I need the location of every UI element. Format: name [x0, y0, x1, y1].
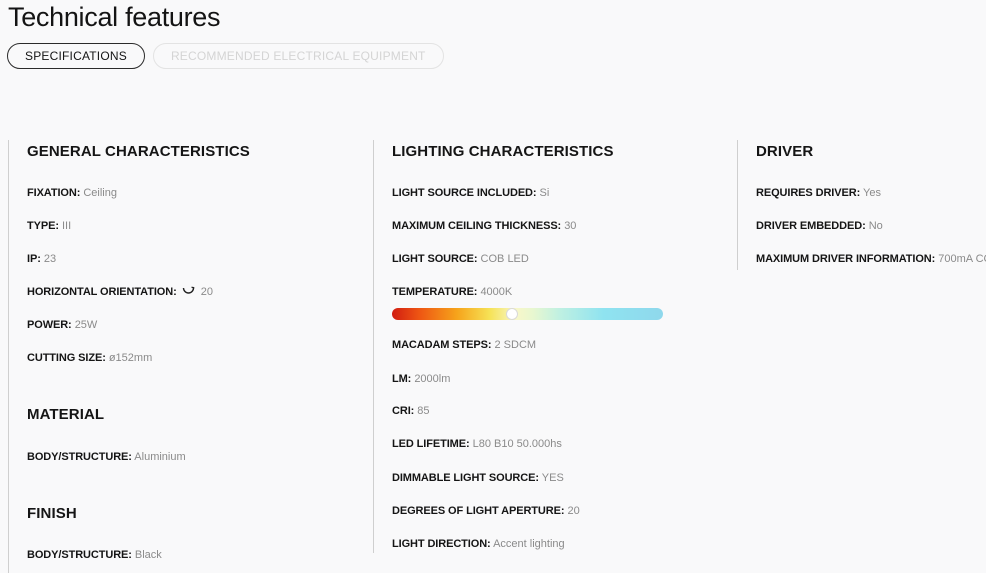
spec-value: 4000K — [480, 286, 513, 298]
spec-value: 25W — [74, 319, 98, 331]
spec-row-macadam-steps: MACADAM STEPS: 2 SDCM — [392, 339, 536, 351]
spec-key: LM: — [392, 373, 412, 385]
spec-value: No — [868, 220, 883, 232]
spec-row-dimmable: DIMMABLE LIGHT SOURCE: YES — [392, 472, 564, 484]
lighting-characteristics-column: LIGHTING CHARACTERISTICS LIGHT SOURCE IN… — [373, 140, 733, 553]
spec-key: MACADAM STEPS: — [392, 339, 492, 351]
spec-value: 2 SDCM — [494, 339, 537, 351]
spec-row-light-direction: LIGHT DIRECTION: Accent lighting — [392, 538, 565, 550]
driver-title: DRIVER — [756, 143, 814, 160]
spec-value: 2000lm — [414, 373, 451, 385]
spec-row-finish-body: BODY/STRUCTURE: Black — [27, 549, 162, 561]
tab-bar: SPECIFICATIONS RECOMMENDED ELECTRICAL EQ… — [7, 43, 444, 69]
temperature-indicator — [506, 308, 518, 320]
spec-row-max-driver-info: MAXIMUM DRIVER INFORMATION: 700mA CC — [756, 253, 986, 265]
spec-key: LED LIFETIME: — [392, 438, 470, 450]
spec-key: MAXIMUM CEILING THICKNESS: — [392, 220, 562, 232]
rotate-icon — [182, 286, 195, 298]
spec-key: DEGREES OF LIGHT APERTURE: — [392, 505, 565, 517]
spec-row-max-ceiling-thickness: MAXIMUM CEILING THICKNESS: 30 — [392, 220, 576, 232]
spec-row-led-lifetime: LED LIFETIME: L80 B10 50.000hs — [392, 438, 562, 450]
spec-key: REQUIRES DRIVER: — [756, 187, 861, 199]
spec-row-temperature: TEMPERATURE: 4000K — [392, 286, 512, 298]
spec-value: 20 — [200, 286, 214, 298]
spec-value: 30 — [564, 220, 577, 232]
spec-row-light-source: LIGHT SOURCE: COB LED — [392, 253, 529, 265]
spec-key: LIGHT DIRECTION: — [392, 538, 491, 550]
tab-recommended-electrical-equipment[interactable]: RECOMMENDED ELECTRICAL EQUIPMENT — [152, 43, 444, 69]
spec-key: IP: — [27, 253, 41, 265]
driver-column: DRIVER REQUIRES DRIVER: Yes DRIVER EMBED… — [737, 140, 986, 270]
general-characteristics-title: GENERAL CHARACTERISTICS — [27, 143, 250, 160]
spec-row-requires-driver: REQUIRES DRIVER: Yes — [756, 187, 881, 199]
spec-row-ip: IP: 23 — [27, 253, 56, 265]
spec-key: HORIZONTAL ORIENTATION: — [27, 286, 177, 298]
spec-value: L80 B10 50.000hs — [472, 438, 562, 450]
spec-key: CRI: — [392, 405, 415, 417]
spec-row-material-body: BODY/STRUCTURE: Aluminium — [27, 451, 186, 463]
spec-row-lm: LM: 2000lm — [392, 373, 450, 385]
spec-row-driver-embedded: DRIVER EMBEDDED: No — [756, 220, 883, 232]
spec-key: CUTTING SIZE: — [27, 352, 106, 364]
spec-key: LIGHT SOURCE: — [392, 253, 478, 265]
spec-row-power: POWER: 25W — [27, 319, 97, 331]
spec-row-cri: CRI: 85 — [392, 405, 430, 417]
finish-title: FINISH — [27, 505, 77, 522]
general-characteristics-column: GENERAL CHARACTERISTICS FIXATION: Ceilin… — [8, 140, 368, 573]
page-title: Technical features — [8, 2, 221, 32]
spec-row-light-source-included: LIGHT SOURCE INCLUDED: Si — [392, 187, 549, 199]
spec-value: 20 — [567, 505, 580, 517]
spec-key: MAXIMUM DRIVER INFORMATION: — [756, 253, 936, 265]
spec-key: BODY/STRUCTURE: — [27, 549, 132, 561]
spec-value: 700mA CC — [938, 253, 986, 265]
spec-value: ø152mm — [108, 352, 153, 364]
spec-value: 23 — [43, 253, 57, 265]
spec-value: Aluminium — [134, 451, 186, 463]
spec-row-light-aperture: DEGREES OF LIGHT APERTURE: 20 — [392, 505, 580, 517]
material-title: MATERIAL — [27, 406, 105, 423]
spec-value: Black — [134, 549, 162, 561]
color-temperature-scale — [392, 308, 663, 320]
spec-value: III — [61, 220, 72, 232]
spec-row-cutting-size: CUTTING SIZE: ø152mm — [27, 352, 152, 364]
spec-row-horizontal-orientation: HORIZONTAL ORIENTATION: 20 — [27, 286, 213, 298]
spec-value: YES — [541, 472, 564, 484]
spec-value: COB LED — [480, 253, 529, 265]
spec-key: FIXATION: — [27, 187, 81, 199]
spec-key: DIMMABLE LIGHT SOURCE: — [392, 472, 539, 484]
spec-row-type: TYPE: III — [27, 220, 71, 232]
spec-key: TYPE: — [27, 220, 59, 232]
spec-key: BODY/STRUCTURE: — [27, 451, 132, 463]
tab-specifications[interactable]: SPECIFICATIONS — [7, 43, 145, 69]
spec-value: 85 — [417, 405, 430, 417]
spec-value: Ceiling — [83, 187, 117, 199]
spec-value: Accent lighting — [493, 538, 565, 550]
spec-row-fixation: FIXATION: Ceiling — [27, 187, 117, 199]
spec-value: Si — [539, 187, 550, 199]
spec-key: POWER: — [27, 319, 72, 331]
spec-value: Yes — [863, 187, 881, 199]
spec-key: LIGHT SOURCE INCLUDED: — [392, 187, 537, 199]
spec-key: DRIVER EMBEDDED: — [756, 220, 866, 232]
spec-key: TEMPERATURE: — [392, 286, 478, 298]
lighting-characteristics-title: LIGHTING CHARACTERISTICS — [392, 143, 614, 160]
